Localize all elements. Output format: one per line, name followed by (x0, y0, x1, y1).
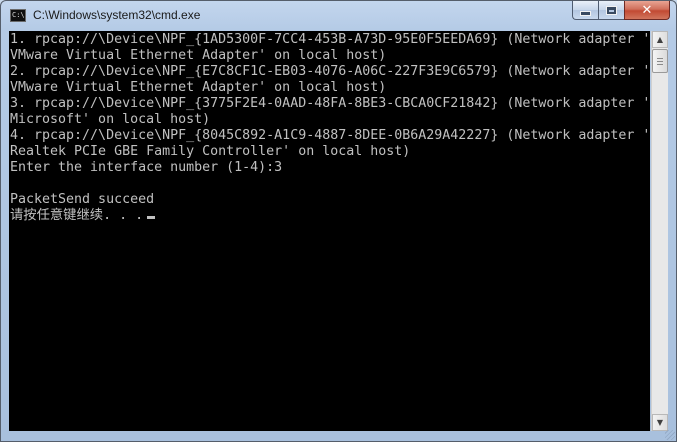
press-any-key-text: 请按任意键继续. . . (10, 208, 144, 223)
console-line: 1. rpcap://\Device\NPF_{1AD5300F-7CC4-45… (10, 32, 650, 47)
scroll-thumb[interactable] (652, 49, 668, 73)
scroll-up-button[interactable]: ▲ (652, 31, 668, 48)
console-line: Realtek PCIe GBE Family Controller' on l… (10, 144, 411, 159)
maximize-icon (606, 5, 617, 15)
text-cursor (147, 216, 156, 219)
cmd-icon[interactable]: C:\ (10, 9, 26, 22)
title-bar[interactable]: C:\ C:\Windows\system32\cmd.exe ✕ (1, 1, 676, 30)
scroll-down-button[interactable]: ▼ (652, 414, 668, 431)
close-icon: ✕ (641, 2, 653, 18)
console-prompt-line: 请按任意键继续. . . (10, 208, 650, 224)
minimize-icon (580, 11, 591, 16)
console-line: 4. rpcap://\Device\NPF_{8045C892-A1C9-48… (10, 128, 650, 143)
scroll-up-icon: ▲ (656, 35, 664, 44)
minimize-button[interactable] (572, 1, 598, 20)
close-button[interactable]: ✕ (624, 1, 670, 20)
console-line: 3. rpcap://\Device\NPF_{3775F2E4-0AAD-48… (10, 96, 650, 111)
console-line: VMware Virtual Ethernet Adapter' on loca… (10, 48, 387, 63)
console-line: VMware Virtual Ethernet Adapter' on loca… (10, 80, 387, 95)
console-line: Enter the interface number (1-4):3 (10, 160, 283, 175)
console-line: Microsoft' on local host) (10, 112, 211, 127)
console-text: 1. rpcap://\Device\NPF_{1AD5300F-7CC4-45… (9, 31, 650, 224)
cmd-icon-label: C:\ (12, 11, 25, 19)
caption-buttons: ✕ (572, 1, 670, 21)
console-line: 2. rpcap://\Device\NPF_{E7C8CF1C-EB03-40… (10, 64, 650, 79)
thumb-grip-icon (657, 58, 663, 59)
scroll-down-icon: ▼ (656, 418, 664, 427)
maximize-button[interactable] (598, 1, 624, 20)
console-output[interactable]: 1. rpcap://\Device\NPF_{1AD5300F-7CC4-45… (9, 31, 650, 431)
vertical-scrollbar[interactable]: ▲ ▼ (651, 31, 668, 431)
cmd-window: C:\ C:\Windows\system32\cmd.exe ✕ 1. rpc… (0, 0, 677, 442)
thumb-grip-icon (657, 64, 663, 65)
thumb-grip-icon (657, 61, 663, 62)
console-line: PacketSend succeed (10, 192, 155, 207)
window-title: C:\Windows\system32\cmd.exe (33, 8, 201, 22)
resize-grip-icon[interactable] (665, 430, 675, 440)
